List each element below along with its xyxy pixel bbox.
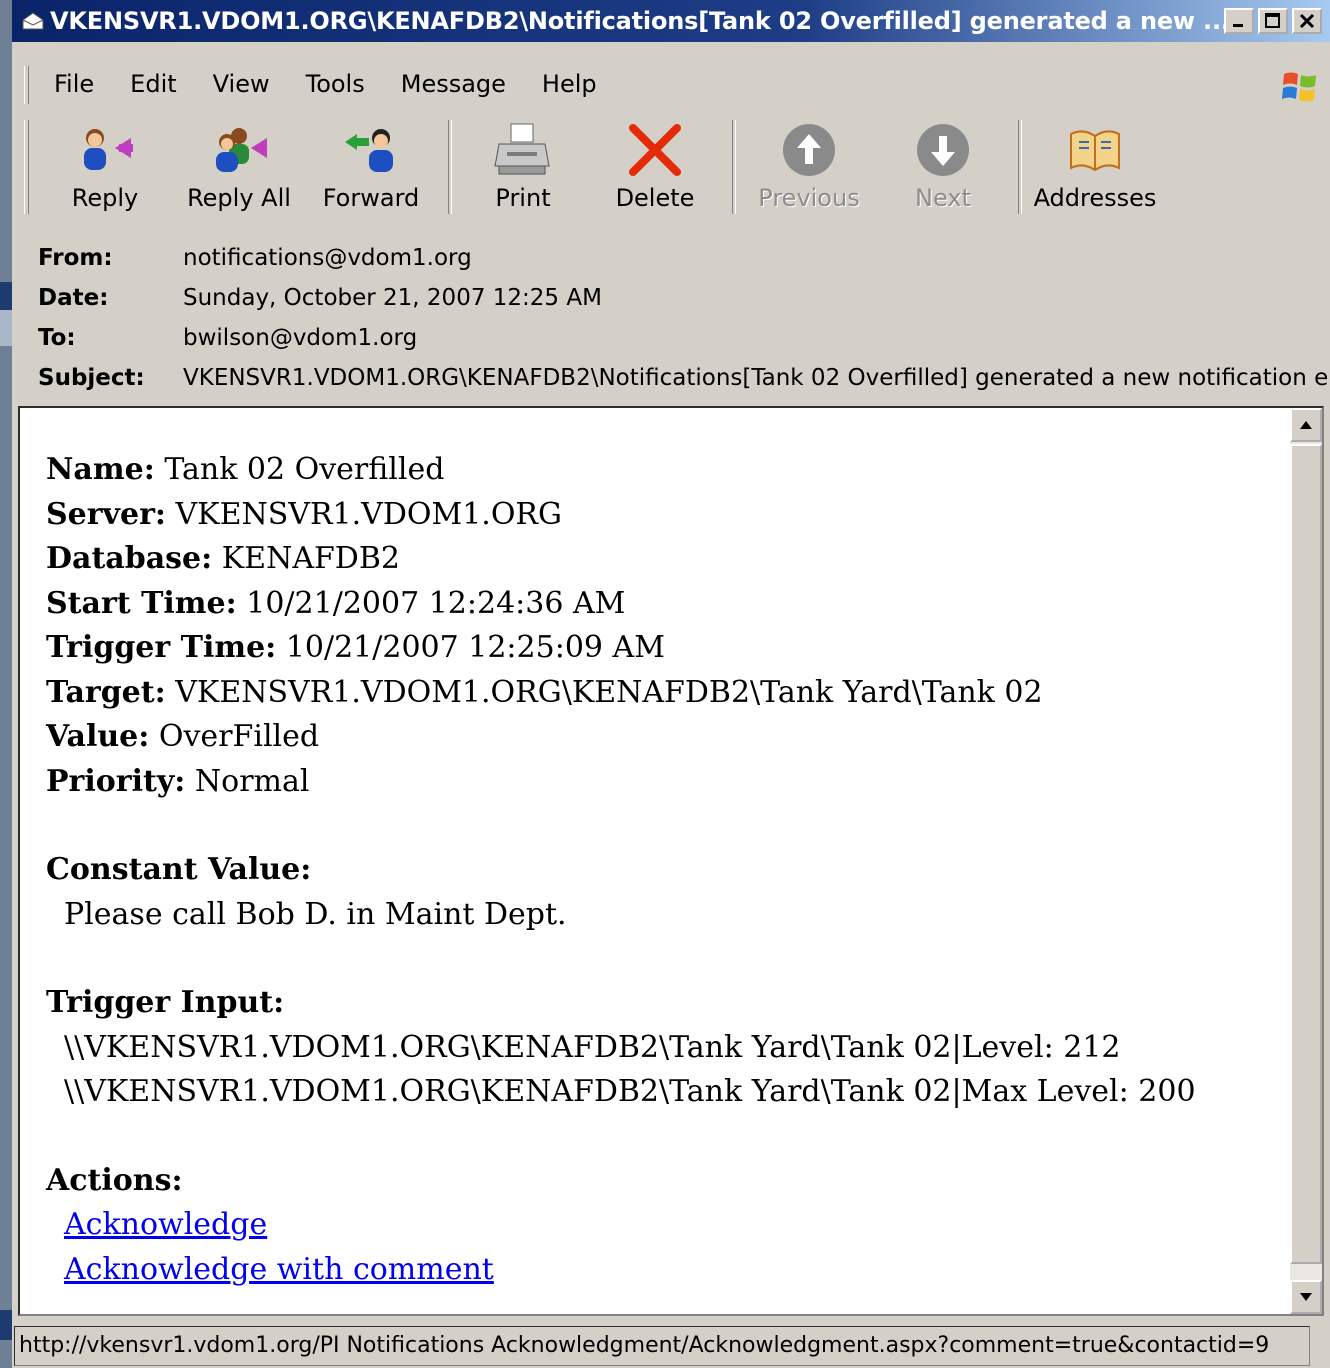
forward-button[interactable]: Forward [306,122,436,216]
print-label: Print [495,184,551,212]
menu-bar: File Edit View Tools Message Help [14,60,1328,110]
reply-all-button[interactable]: Reply All [174,122,304,216]
actions-label: Actions: [46,1162,183,1198]
menu-view[interactable]: View [213,70,270,98]
next-label: Next [915,184,971,212]
reply-icon [84,129,133,170]
print-button[interactable]: Print [458,122,588,216]
menu-message[interactable]: Message [401,70,506,98]
reply-all-icon [216,128,267,172]
arrow-up-icon [783,124,835,176]
printer-icon [494,123,550,175]
toolbar-separator [732,120,736,214]
menu-grip [24,66,29,104]
arrow-up-small-icon [1300,421,1312,429]
addresses-button[interactable]: Addresses [1028,122,1162,216]
acknowledge-with-comment-link[interactable]: Acknowledge with comment [64,1252,494,1287]
reply-label: Reply [71,184,139,212]
toolbar-grip [24,120,29,214]
trigger-input-max-level: \\VKENSVR1.VDOM1.ORG\KENAFDB2\Tank Yard\… [64,1074,1196,1109]
from-label: From: [38,245,113,271]
status-text: http://vkensvr1.vdom1.org/PI Notificatio… [14,1326,1310,1366]
from-value: notifications@vdom1.org [183,245,472,271]
message-header: From: notifications@vdom1.org Date: Sunday… [38,238,1328,398]
maximize-button[interactable] [1258,8,1288,34]
constant-value-label: Constant Value: [46,852,312,887]
minimize-button[interactable] [1224,8,1254,34]
minimize-icon [1233,24,1243,27]
close-icon [1299,13,1315,29]
trigger-time-value: 10/21/2007 12:25:09 AM [285,630,665,665]
to-value: bwilson@vdom1.org [183,325,418,351]
close-button[interactable] [1292,8,1322,34]
date-label: Date: [38,285,109,311]
arrow-down-small-icon [1300,1293,1312,1301]
constant-value: Please call Bob D. in Maint Dept. [64,896,567,932]
title-bar[interactable]: VKENSVR1.VDOM1.ORG\KENAFDB2\Notification… [12,0,1330,42]
toolbar: Reply Reply All Forward Print Delete Pre… [14,114,1314,220]
trigger-input-level: \\VKENSVR1.VDOM1.ORG\KENAFDB2\Tank Yard\… [64,1029,1121,1065]
menu-help[interactable]: Help [542,70,597,98]
server-value: VKENSVR1.VDOM1.ORG [175,496,562,532]
envelope-icon [22,12,44,30]
value-value: OverFilled [158,719,320,754]
start-time-label: Start Time: [46,585,237,621]
toolbar-separator [448,120,452,214]
date-value: Sunday, October 21, 2007 12:25 AM [183,285,602,311]
database-label: Database: [46,541,213,576]
priority-label: Priority: [46,763,186,799]
menu-tools[interactable]: Tools [306,70,365,98]
previous-label: Previous [758,184,860,212]
menu-file[interactable]: File [54,70,94,98]
database-value: KENAFDB2 [221,541,400,576]
arrow-down-icon [917,124,969,176]
value-label: Value: [46,719,150,754]
message-body[interactable]: Name: Tank 02 Overfilled Server: VKENSVR… [18,406,1324,1316]
maximize-icon [1265,13,1280,28]
menu-edit[interactable]: Edit [130,70,176,98]
status-bar: http://vkensvr1.vdom1.org/PI Notificatio… [12,1322,1330,1368]
forward-label: Forward [322,184,420,212]
trigger-time-label: Trigger Time: [46,630,277,665]
target-label: Target: [46,674,166,710]
delete-label: Delete [615,184,695,212]
next-button[interactable]: Next [878,122,1008,216]
delete-button[interactable]: Delete [590,122,720,216]
previous-button[interactable]: Previous [744,122,874,216]
windows-logo-icon [1282,72,1316,102]
toolbar-separator [1018,120,1022,214]
address-book-icon [1070,130,1120,172]
forward-icon [345,129,393,172]
subject-label: Subject: [38,365,145,391]
delete-icon [629,124,681,176]
name-value: Tank 02 Overfilled [164,452,445,487]
desktop-background [0,0,12,1368]
scroll-down-button[interactable] [1290,1280,1322,1314]
acknowledge-link[interactable]: Acknowledge [64,1207,267,1242]
priority-value: Normal [194,763,310,799]
target-value: VKENSVR1.VDOM1.ORG\KENAFDB2\Tank Yard\Ta… [175,674,1043,710]
to-label: To: [38,325,76,351]
window-title: VKENSVR1.VDOM1.ORG\KENAFDB2\Notification… [50,7,1230,35]
vertical-scrollbar[interactable] [1290,408,1322,1314]
addresses-label: Addresses [1033,184,1157,212]
server-label: Server: [46,496,166,532]
subject-value: VKENSVR1.VDOM1.ORG\KENAFDB2\Notification… [183,365,1329,391]
scrollbar-thumb[interactable] [1290,444,1322,1264]
reply-all-label: Reply All [187,184,291,212]
scroll-up-button[interactable] [1290,408,1322,442]
name-label: Name: [46,452,155,487]
reply-button[interactable]: Reply [40,122,170,216]
start-time-value: 10/21/2007 12:24:36 AM [246,585,626,621]
trigger-input-label: Trigger Input: [46,985,285,1020]
message-window: VKENSVR1.VDOM1.ORG\KENAFDB2\Notification… [12,0,1330,1368]
